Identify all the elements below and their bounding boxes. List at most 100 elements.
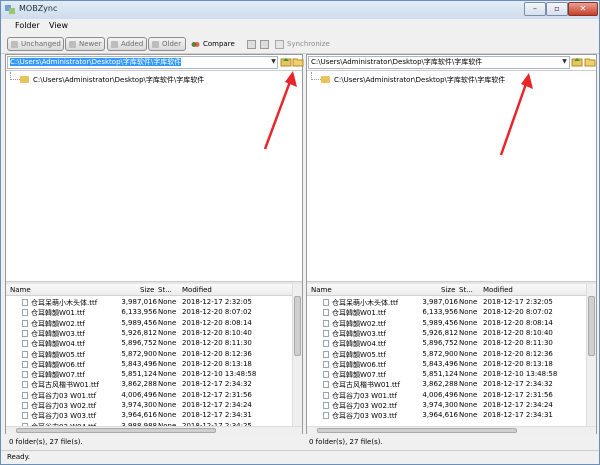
right-up-folder-icon[interactable] xyxy=(571,56,583,68)
left-tree-item[interactable]: C:\Users\Administrator\Desktop\字库软件\字库软件 xyxy=(10,72,204,85)
left-combo-chevron-down-icon[interactable]: ▼ xyxy=(269,56,278,67)
table-row[interactable]: 仓耳韓韻W04.ttf 5,896,752 None 2018-12-20 8:11:… xyxy=(307,338,587,348)
menu-folder[interactable]: Folder xyxy=(15,21,40,30)
right-vertical-scroll-thumb[interactable] xyxy=(588,296,595,356)
file-size-cell-text: 3,987,016 xyxy=(422,298,458,306)
table-row[interactable]: 仓耳韓韻W03.ttf 5,926,812 None 2018-12-20 8:10:… xyxy=(307,328,587,338)
file-status-cell-text: None xyxy=(459,339,478,348)
file-size-cell: 5,872,900 xyxy=(416,350,458,358)
file-size-cell: 5,843,496 xyxy=(416,360,458,368)
left-up-folder-icon[interactable] xyxy=(280,56,292,68)
table-row[interactable]: 仓耳谷力03 W02.ttf 3,974,300 None 2018-12-17 2:… xyxy=(6,400,286,410)
file-name-cell-text: 仓耳谷力03 W01.ttf xyxy=(31,391,97,400)
older-label: Older xyxy=(162,40,182,48)
older-filter-button[interactable]: Older xyxy=(148,37,186,51)
status-text: Ready. xyxy=(7,453,30,461)
file-icon xyxy=(323,412,329,420)
file-modified-cell: 2018-12-17 2:34:24 xyxy=(483,401,553,409)
table-row[interactable]: 仓耳韓韻W01.ttf 6,133,956 None 2018-12-20 8:07:… xyxy=(6,307,286,317)
right-combo-chevron-down-icon[interactable]: ▼ xyxy=(560,56,569,67)
sync-right-icon[interactable] xyxy=(260,40,269,49)
right-path-combo[interactable]: C:\Users\Administrator\Desktop\字库软件\字库软件 xyxy=(308,56,570,69)
table-row[interactable]: 仓耳谷力03 W01.ttf 4,006,496 None 2018-12-17 2:… xyxy=(6,390,286,400)
right-folder-tree: C:\Users\Administrator\Desktop\字库软件\字库软件 xyxy=(307,70,596,280)
file-status-cell: None xyxy=(459,391,477,399)
file-modified-cell: 2018-12-17 2:31:56 xyxy=(483,391,553,399)
column-header-name[interactable]: Name xyxy=(10,286,31,294)
folder-icon xyxy=(321,76,330,83)
menu-view[interactable]: View xyxy=(49,21,68,30)
table-row[interactable]: 仓耳呆萌小木头体.ttf 3,987,016 None 2018-12-17 2:32… xyxy=(307,297,587,307)
table-row[interactable]: 仓耳古风楷书W01.ttf 3,862,288 None 2018-12-17 2:3… xyxy=(307,379,587,389)
right-tree-item[interactable]: C:\Users\Administrator\Desktop\字库软件\字库软件 xyxy=(311,72,505,85)
file-size-cell-text: 5,872,900 xyxy=(422,349,458,358)
file-status-cell-text: None xyxy=(158,308,177,317)
file-size-cell-text: 3,987,016 xyxy=(121,298,157,306)
file-icon xyxy=(22,371,28,379)
file-size-cell-text: 6,133,956 xyxy=(121,308,157,317)
file-status-cell: None xyxy=(158,360,176,368)
table-row[interactable]: 仓耳韓韻W04.ttf 5,896,752 None 2018-12-20 8:11:… xyxy=(6,338,286,348)
newer-filter-button[interactable]: Newer xyxy=(65,37,105,51)
table-row[interactable]: 仓耳韓韻W01.ttf 6,133,956 None 2018-12-20 8:07:… xyxy=(307,307,587,317)
file-icon xyxy=(22,391,28,399)
left-horizontal-scroll-thumb[interactable] xyxy=(16,428,216,433)
table-row[interactable]: 仓耳谷力03 W03.ttf 3,964,616 None 2018-12-17 2:… xyxy=(6,410,286,420)
newer-label: Newer xyxy=(79,40,102,48)
column-header-status[interactable]: St... xyxy=(158,286,172,294)
left-browse-folder-icon[interactable] xyxy=(292,56,304,68)
column-header-modified[interactable]: Modified xyxy=(483,286,513,294)
table-row[interactable]: 仓耳韓韻W05.ttf 5,872,900 None 2018-12-20 8:12:… xyxy=(6,349,286,359)
file-size-cell: 6,133,956 xyxy=(416,308,458,316)
table-row[interactable]: 仓耳韓韻W07.ttf 5,851,124 None 2018-12-10 13:48… xyxy=(307,369,587,379)
file-modified-cell: 2018-12-17 2:34:31 xyxy=(483,411,553,419)
table-row[interactable]: 仓耳呆萌小木头体.ttf 3,987,016 None 2018-12-17 2:32… xyxy=(6,297,286,307)
table-row[interactable]: 仓耳古风楷书W01.ttf 3,862,288 None 2018-12-17 2:3… xyxy=(6,379,286,389)
file-size-cell-text: 5,851,124 xyxy=(121,370,157,379)
right-horizontal-scrollbar[interactable] xyxy=(307,426,596,434)
compare-button[interactable]: Compare xyxy=(191,38,235,51)
column-header-status[interactable]: St... xyxy=(459,286,473,294)
file-status-cell-text: None xyxy=(158,318,177,327)
right-horizontal-scroll-thumb[interactable] xyxy=(317,428,517,433)
table-row[interactable]: 仓耳韓韻W02.ttf 5,989,456 None 2018-12-20 8:08:… xyxy=(6,318,286,328)
left-path-combo[interactable]: C:\Users\Administrator\Desktop\字库软件\字库软件 xyxy=(7,56,278,69)
file-status-cell: None xyxy=(459,329,477,337)
file-icon xyxy=(22,309,28,317)
file-modified-cell-text: 2018-12-17 2:34:24 xyxy=(483,401,553,409)
added-filter-button[interactable]: Added xyxy=(107,37,147,51)
right-vertical-scrollbar[interactable] xyxy=(586,284,596,426)
table-row[interactable]: 仓耳谷力03 W01.ttf 4,006,496 None 2018-12-17 2:… xyxy=(307,390,587,400)
file-modified-cell-text: 2018-12-17 2:34:24 xyxy=(182,401,252,409)
table-row[interactable]: 仓耳韓韻W03.ttf 5,926,812 None 2018-12-20 8:10:… xyxy=(6,328,286,338)
table-row[interactable]: 仓耳韓韻W06.ttf 5,843,496 None 2018-12-20 8:13:… xyxy=(307,359,587,369)
table-row[interactable]: 仓耳韓韻W06.ttf 5,843,496 None 2018-12-20 8:13:… xyxy=(6,359,286,369)
file-modified-cell: 2018-12-10 13:48:58 xyxy=(182,370,256,378)
synchronize-button[interactable]: Synchronize xyxy=(275,38,330,51)
table-row[interactable]: 仓耳韓韻W02.ttf 5,989,456 None 2018-12-20 8:08:… xyxy=(307,318,587,328)
table-row[interactable]: 仓耳韓韻W05.ttf 5,872,900 None 2018-12-20 8:12:… xyxy=(307,349,587,359)
sync-left-icon[interactable] xyxy=(247,40,256,49)
minimize-button[interactable]: – xyxy=(524,2,546,16)
window-title: MOBZync xyxy=(19,4,58,13)
file-size-cell: 5,926,812 xyxy=(115,329,157,337)
column-header-name[interactable]: Name xyxy=(311,286,332,294)
file-status-cell-text: None xyxy=(459,411,478,420)
maximize-button[interactable]: ▫ xyxy=(546,2,568,16)
left-vertical-scroll-thumb[interactable] xyxy=(294,296,301,356)
column-header-size[interactable]: Size xyxy=(441,286,455,294)
table-row[interactable]: 仓耳谷力03 W02.ttf 3,974,300 None 2018-12-17 2:… xyxy=(307,400,587,410)
table-row[interactable]: 仓耳谷力03 W03.ttf 3,964,616 None 2018-12-17 2:… xyxy=(307,410,587,420)
file-status-cell: None xyxy=(459,350,477,358)
table-row[interactable]: 仓耳韓韻W07.ttf 5,851,124 None 2018-12-10 13:48… xyxy=(6,369,286,379)
file-modified-cell: 2018-12-17 2:32:05 xyxy=(182,298,252,306)
left-vertical-scrollbar[interactable] xyxy=(292,284,302,426)
column-header-modified[interactable]: Modified xyxy=(182,286,212,294)
close-button[interactable]: ✕ xyxy=(568,2,598,16)
unchanged-filter-button[interactable]: Unchanged xyxy=(7,37,64,51)
file-modified-cell-text: 2018-12-20 8:07:02 xyxy=(182,308,252,317)
right-browse-folder-icon[interactable] xyxy=(584,56,596,68)
column-header-size[interactable]: Size xyxy=(140,286,154,294)
left-horizontal-scrollbar[interactable] xyxy=(6,426,302,434)
file-size-cell: 6,133,956 xyxy=(115,308,157,316)
